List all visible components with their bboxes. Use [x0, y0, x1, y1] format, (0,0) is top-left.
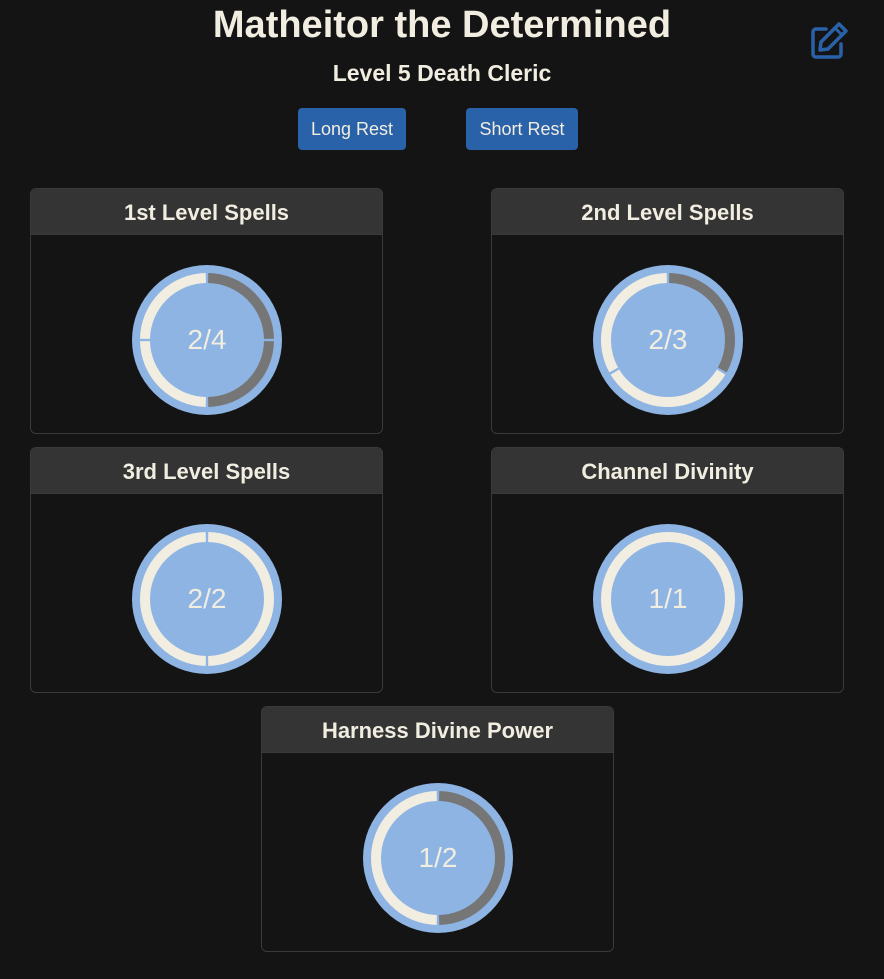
slot-ring [132, 524, 282, 674]
resource-title: 2nd Level Spells [492, 189, 843, 235]
edit-icon [811, 22, 848, 59]
character-class-level: Level 5 Death Cleric [332, 60, 552, 86]
resource-card: Channel Divinity 1/1 [491, 447, 844, 693]
slot-dial[interactable]: 1/2 [362, 782, 514, 934]
dial-center [151, 284, 263, 396]
slot-ring [593, 524, 743, 674]
character-page: Matheitor the Determined Level 5 Death C… [0, 0, 884, 979]
edit-button[interactable] [808, 20, 850, 62]
slot-dial[interactable]: 2/3 [592, 264, 744, 416]
resource-card: 2nd Level Spells 2/3 [491, 188, 844, 434]
resource-title: 1st Level Spells [31, 189, 382, 235]
slot-dial[interactable]: 2/2 [131, 523, 283, 675]
slot-ring [132, 265, 282, 415]
short-rest-button[interactable]: Short Rest [466, 108, 578, 150]
slot-dial[interactable]: 1/1 [592, 523, 744, 675]
dial-center [612, 543, 724, 655]
resource-card: 3rd Level Spells 2/2 [30, 447, 383, 693]
long-rest-button[interactable]: Long Rest [298, 108, 406, 150]
resource-title: 3rd Level Spells [31, 448, 382, 494]
resource-card: 1st Level Spells 2/4 [30, 188, 383, 434]
dial-center [151, 543, 263, 655]
resource-title: Harness Divine Power [262, 707, 613, 753]
dial-center [612, 284, 724, 396]
slot-dial[interactable]: 2/4 [131, 264, 283, 416]
slot-ring [363, 783, 513, 933]
dial-center [382, 802, 494, 914]
resource-title: Channel Divinity [492, 448, 843, 494]
slot-ring [593, 265, 743, 415]
character-name: Matheitor the Determined [212, 4, 672, 46]
resource-card: Harness Divine Power 1/2 [261, 706, 614, 952]
